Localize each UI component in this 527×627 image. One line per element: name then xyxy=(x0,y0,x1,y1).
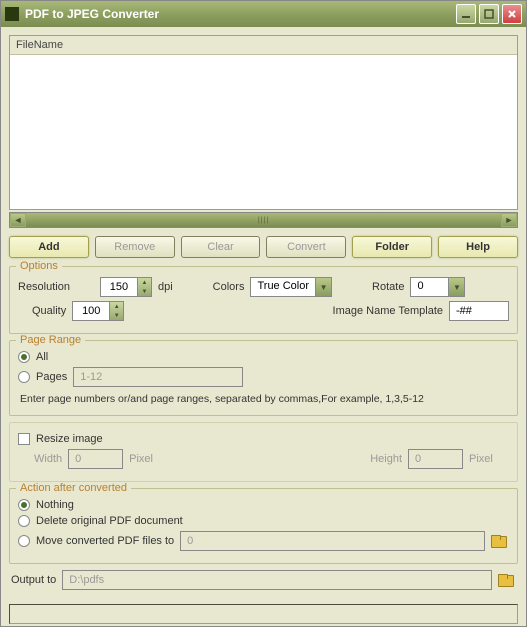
clear-button[interactable]: Clear xyxy=(181,236,261,258)
resolution-input[interactable]: ▲▼ xyxy=(100,277,152,297)
action-delete-label: Delete original PDF document xyxy=(36,515,183,527)
action-move-input[interactable] xyxy=(180,531,485,551)
resize-group: Resize image Width Pixel Height Pixel xyxy=(9,422,518,482)
action-nothing-label: Nothing xyxy=(36,499,74,511)
action-delete-radio[interactable] xyxy=(18,515,30,527)
pagerange-pages-radio[interactable] xyxy=(18,371,30,383)
horizontal-scrollbar[interactable]: ◄ |||| ► xyxy=(9,212,518,228)
app-icon xyxy=(5,7,19,21)
template-label: Image Name Template xyxy=(333,305,443,317)
colors-label: Colors xyxy=(213,281,245,293)
action-move-radio[interactable] xyxy=(18,535,30,547)
pagerange-all-radio[interactable] xyxy=(18,351,30,363)
add-button[interactable]: Add xyxy=(9,236,89,258)
pagerange-pages-label: Pages xyxy=(36,371,67,383)
status-bar xyxy=(9,604,518,624)
width-unit: Pixel xyxy=(129,453,153,465)
height-input xyxy=(408,449,463,469)
chevron-down-icon[interactable]: ▼ xyxy=(448,278,464,296)
maximize-button[interactable] xyxy=(479,4,499,24)
folder-button[interactable]: Folder xyxy=(352,236,432,258)
file-list[interactable] xyxy=(10,55,517,209)
browse-folder-icon[interactable] xyxy=(491,534,509,548)
output-path-input[interactable] xyxy=(62,570,492,590)
scroll-left-button[interactable]: ◄ xyxy=(10,213,26,227)
scroll-track[interactable]: |||| xyxy=(26,213,501,227)
pagerange-title: Page Range xyxy=(16,334,85,346)
resolution-spinner[interactable]: ▲▼ xyxy=(137,278,151,296)
rotate-value: 0 xyxy=(411,278,448,296)
output-label: Output to xyxy=(11,574,56,586)
action-move-label: Move converted PDF files to xyxy=(36,535,174,547)
convert-button[interactable]: Convert xyxy=(266,236,346,258)
rotate-select[interactable]: 0 ▼ xyxy=(410,277,465,297)
action-nothing-radio[interactable] xyxy=(18,499,30,511)
action-title: Action after converted xyxy=(16,482,131,494)
quality-spinner[interactable]: ▲▼ xyxy=(109,302,123,320)
resolution-field[interactable] xyxy=(101,278,137,296)
remove-button[interactable]: Remove xyxy=(95,236,175,258)
file-list-header[interactable]: FileName xyxy=(10,36,517,55)
height-label: Height xyxy=(370,453,402,465)
width-label: Width xyxy=(34,453,62,465)
close-button[interactable] xyxy=(502,4,522,24)
file-list-panel: FileName xyxy=(9,35,518,210)
pagerange-group: Page Range All Pages Enter page numbers … xyxy=(9,340,518,416)
titlebar[interactable]: PDF to JPEG Converter xyxy=(1,1,526,27)
resize-label: Resize image xyxy=(36,433,103,445)
help-button[interactable]: Help xyxy=(438,236,518,258)
rotate-label: Rotate xyxy=(372,281,404,293)
colors-value: True Color xyxy=(251,278,315,296)
width-input xyxy=(68,449,123,469)
window-title: PDF to JPEG Converter xyxy=(25,7,456,21)
template-input[interactable] xyxy=(449,301,509,321)
pagerange-pages-input[interactable] xyxy=(73,367,243,387)
chevron-down-icon[interactable]: ▼ xyxy=(315,278,331,296)
scroll-right-button[interactable]: ► xyxy=(501,213,517,227)
quality-field[interactable] xyxy=(73,302,109,320)
pagerange-all-label: All xyxy=(36,351,48,363)
resolution-label: Resolution xyxy=(18,281,70,293)
options-title: Options xyxy=(16,260,62,272)
action-group: Action after converted Nothing Delete or… xyxy=(9,488,518,564)
pagerange-hint: Enter page numbers or/and page ranges, s… xyxy=(20,393,507,405)
colors-select[interactable]: True Color ▼ xyxy=(250,277,332,297)
app-window: PDF to JPEG Converter FileName ◄ |||| ► … xyxy=(0,0,527,627)
resolution-unit: dpi xyxy=(158,281,173,293)
minimize-button[interactable] xyxy=(456,4,476,24)
quality-label: Quality xyxy=(32,305,66,317)
resize-checkbox[interactable] xyxy=(18,433,30,445)
quality-input[interactable]: ▲▼ xyxy=(72,301,124,321)
output-browse-icon[interactable] xyxy=(498,573,516,587)
height-unit: Pixel xyxy=(469,453,509,465)
options-group: Options Resolution ▲▼ dpi Colors True Co… xyxy=(9,266,518,334)
